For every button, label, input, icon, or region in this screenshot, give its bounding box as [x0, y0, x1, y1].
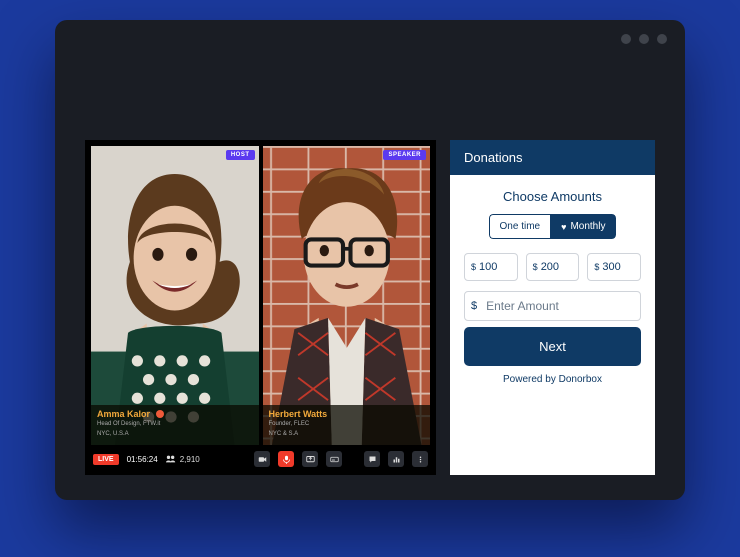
name-card-host: Amma Kalor Head Of Design, FTW.it NYC, U… — [91, 405, 259, 445]
host-location: NYC, U.S.A — [97, 431, 253, 439]
host-video-placeholder — [91, 146, 259, 445]
window-dot — [621, 34, 631, 44]
role-tag-host: HOST — [226, 150, 255, 160]
frequency-monthly[interactable]: ♥ Monthly — [550, 214, 616, 239]
host-role: Head Of Design, FTW.it — [97, 421, 253, 429]
mic-muted-icon — [156, 410, 164, 418]
video-tile-speaker[interactable]: SPEAKER Herbert Watts Founder, FLEC NYC … — [263, 146, 431, 445]
viewer-count: 2,910 — [166, 455, 200, 464]
speaker-video-placeholder — [263, 146, 431, 445]
amount-option-3[interactable]: $ 300 — [587, 253, 641, 281]
poll-button[interactable] — [388, 451, 404, 467]
next-button[interactable]: Next — [464, 327, 641, 366]
people-icon — [166, 455, 176, 463]
frequency-one-time[interactable]: One time — [489, 214, 551, 239]
svg-text:cc: cc — [331, 458, 335, 462]
host-name: Amma Kalor — [97, 409, 150, 419]
speaker-role: Founder, FLEC — [269, 421, 425, 429]
window-controls — [621, 34, 667, 44]
window-dot — [639, 34, 649, 44]
name-card-speaker: Herbert Watts Founder, FLEC NYC & S.A — [263, 405, 431, 445]
video-tiles: HOST Amma Kalor Head Of Design, FTW.it N… — [91, 146, 430, 445]
content-area: HOST Amma Kalor Head Of Design, FTW.it N… — [85, 140, 655, 475]
more-button[interactable] — [412, 451, 428, 467]
microphone-button[interactable] — [278, 451, 294, 467]
frequency-toggle: One time ♥ Monthly — [489, 214, 617, 239]
amount-option-2[interactable]: $ 200 — [526, 253, 580, 281]
video-tile-host[interactable]: HOST Amma Kalor Head Of Design, FTW.it N… — [91, 146, 259, 445]
heart-icon: ♥ — [561, 222, 566, 232]
app-window: HOST Amma Kalor Head Of Design, FTW.it N… — [55, 20, 685, 500]
speaker-location: NYC & S.A — [269, 431, 425, 439]
amount-presets: $ 100 $ 200 $ 300 — [464, 253, 641, 281]
choose-amounts-title: Choose Amounts — [503, 189, 602, 204]
speaker-name: Herbert Watts — [269, 409, 328, 419]
powered-by: Powered by Donorbox — [503, 374, 602, 385]
donation-header: Donations — [450, 140, 655, 175]
cc-button[interactable]: cc — [326, 451, 342, 467]
camera-button[interactable] — [254, 451, 270, 467]
amount-placeholder: Enter Amount — [486, 299, 559, 313]
donation-panel: Donations Choose Amounts One time ♥ Mont… — [450, 140, 655, 475]
screen-share-button[interactable] — [302, 451, 318, 467]
chat-button[interactable] — [364, 451, 380, 467]
window-dot — [657, 34, 667, 44]
elapsed-timer: 01:56:24 — [127, 455, 158, 464]
video-bottom-bar: LIVE 01:56:24 2,910 cc — [91, 449, 430, 469]
live-badge: LIVE — [93, 454, 119, 465]
amount-option-1[interactable]: $ 100 — [464, 253, 518, 281]
role-tag-speaker: SPEAKER — [383, 150, 426, 160]
custom-amount-input[interactable]: $ Enter Amount — [464, 291, 641, 321]
video-panel: HOST Amma Kalor Head Of Design, FTW.it N… — [85, 140, 436, 475]
